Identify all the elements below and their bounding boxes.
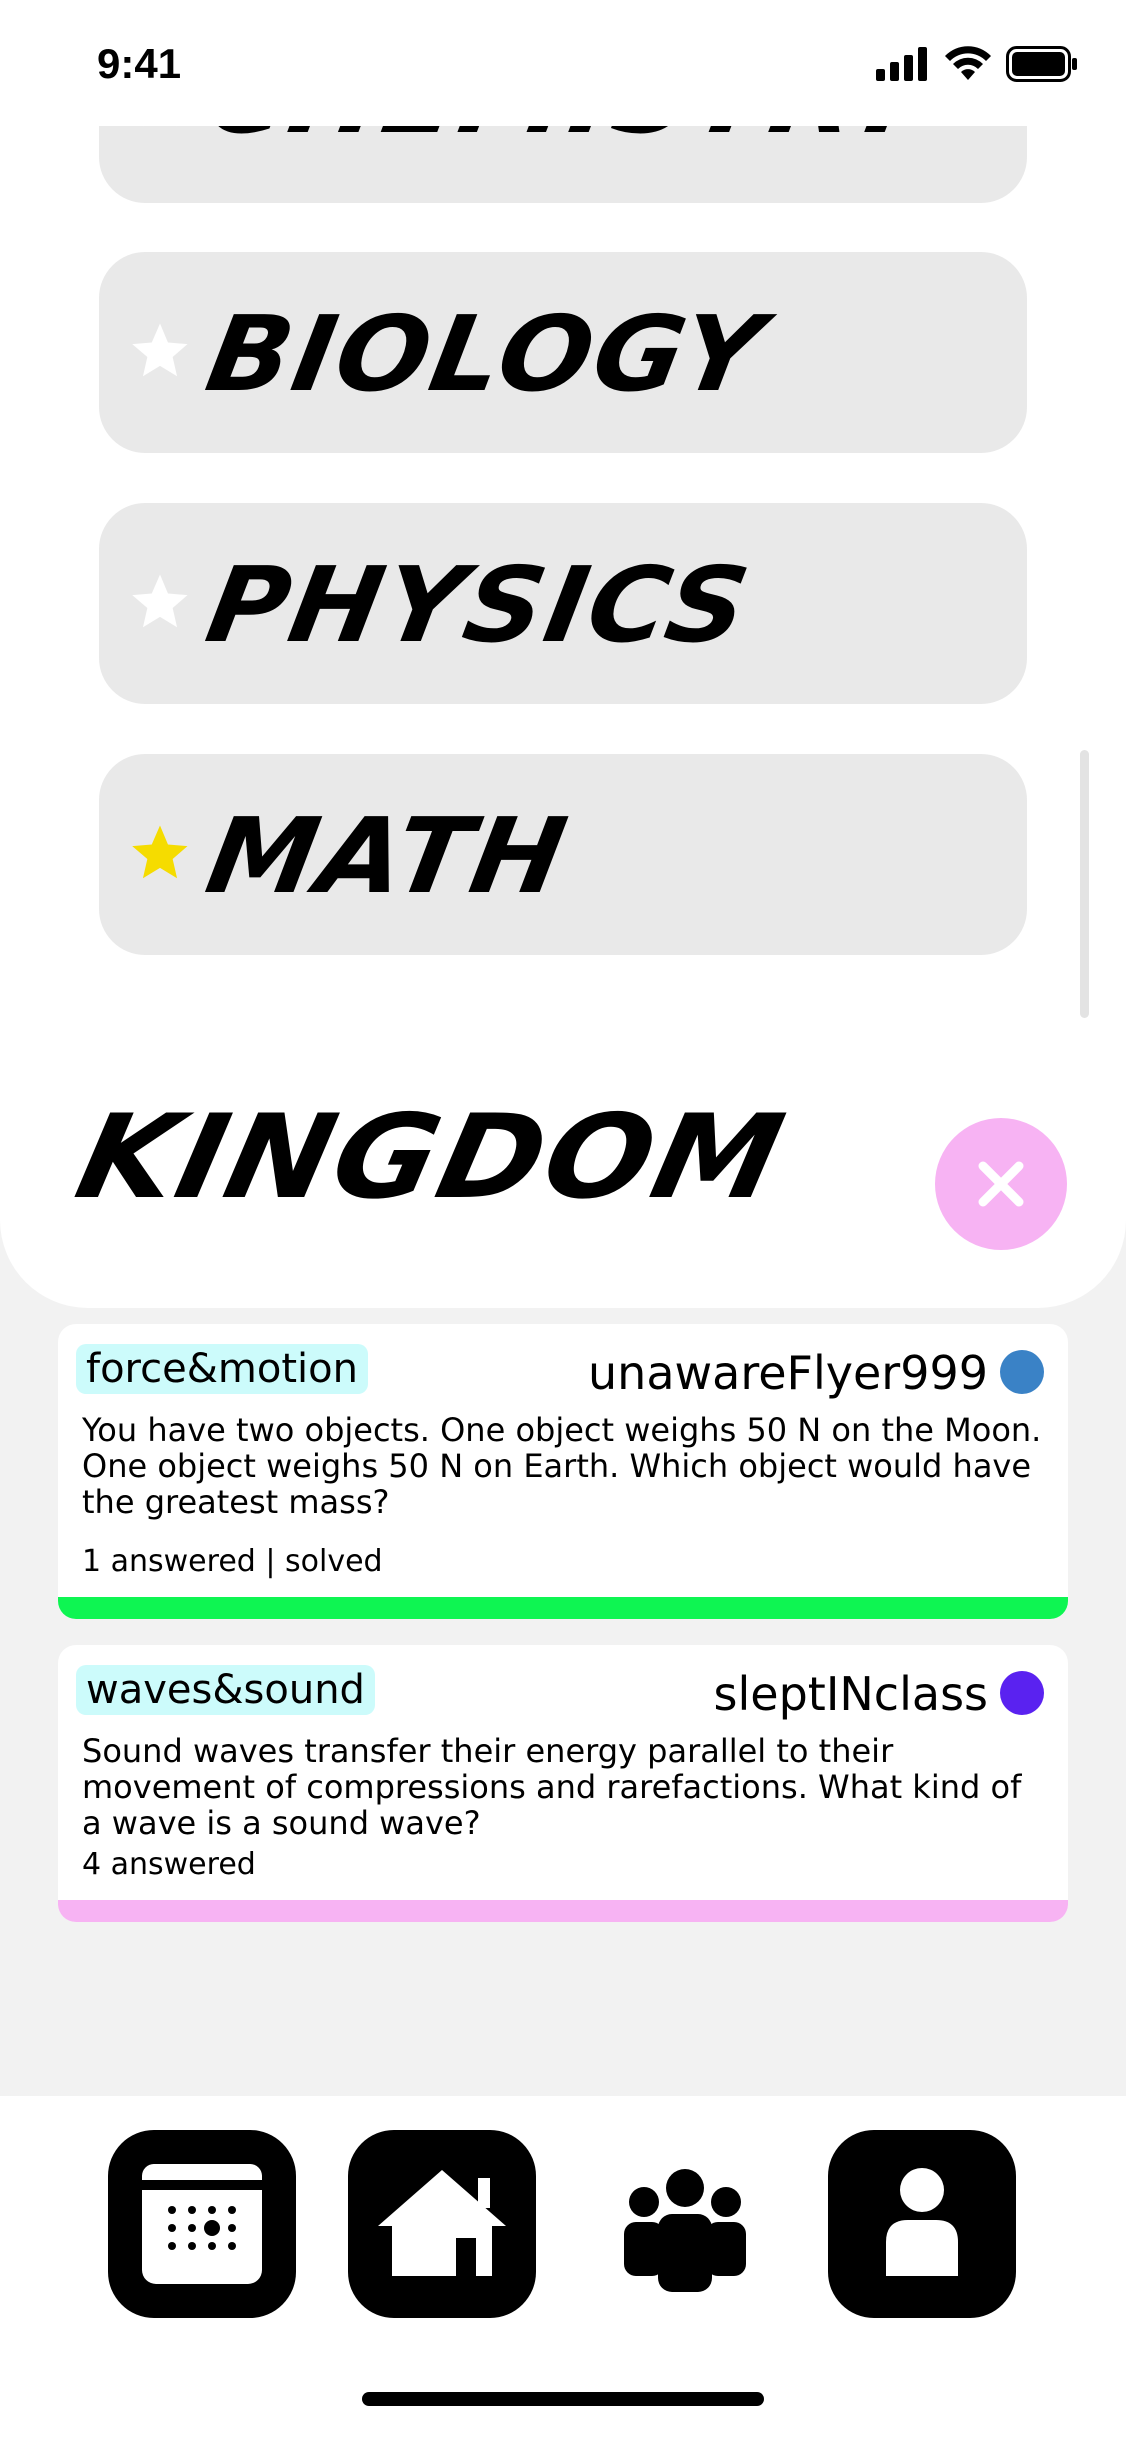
question-text: Sound waves transfer their energy parall… [82,1732,1022,1842]
question-text: You have two objects. One object weighs … [82,1411,1042,1521]
subject-label: BIOLOGY [198,293,774,415]
star-icon[interactable] [127,569,193,635]
status-bar-indicator [58,1597,1068,1619]
status-icons [876,46,1078,82]
nav-home-button[interactable] [348,2130,536,2318]
star-icon[interactable] [127,820,193,886]
wifi-icon [945,46,991,80]
subject-card-math[interactable]: MATH [99,754,1027,955]
status-bar: 9:41 [0,0,1126,126]
subject-sheet: CHEMISTRY BIOLOGY PHYSICS MATH 9:41 [0,0,1126,1308]
subject-label: PHYSICS [198,544,760,666]
username[interactable]: unawareFlyer999 [588,1346,988,1400]
answer-status: 4 answered [82,1847,256,1882]
user-avatar-dot [1000,1350,1044,1394]
page-title: KINGDOM [65,1090,797,1225]
nav-community-button[interactable] [588,2130,776,2318]
user-avatar-dot [1000,1671,1044,1715]
battery-icon [1006,46,1077,82]
home-icon [378,2170,506,2276]
question-card[interactable]: force&motion unawareFlyer999 You have tw… [58,1324,1068,1619]
username[interactable]: sleptINclass [714,1667,988,1721]
status-time: 9:41 [97,40,182,87]
group-icon [624,2169,746,2292]
home-indicator[interactable] [362,2392,764,2406]
signal-icon [876,47,927,81]
subject-list[interactable]: CHEMISTRY BIOLOGY PHYSICS MATH [0,0,1126,1040]
nav-calendar-button[interactable] [108,2130,296,2318]
star-icon[interactable] [127,318,193,384]
question-card[interactable]: waves&sound sleptINclass Sound waves tra… [58,1645,1068,1922]
subject-card-physics[interactable]: PHYSICS [99,503,1027,704]
topic-tag[interactable]: waves&sound [76,1665,375,1715]
subject-card-biology[interactable]: BIOLOGY [99,252,1027,453]
close-icon [978,1161,1024,1207]
close-button[interactable] [935,1118,1067,1250]
topic-tag[interactable]: force&motion [76,1344,368,1394]
profile-icon [886,2168,958,2276]
answer-status: 1 answered | solved [82,1544,383,1579]
nav-profile-button[interactable] [828,2130,1016,2318]
subject-label: MATH [198,795,577,917]
scrollbar[interactable] [1080,750,1089,1018]
calendar-icon [142,2164,262,2284]
status-bar-indicator [58,1900,1068,1922]
bottom-nav [0,2096,1126,2437]
